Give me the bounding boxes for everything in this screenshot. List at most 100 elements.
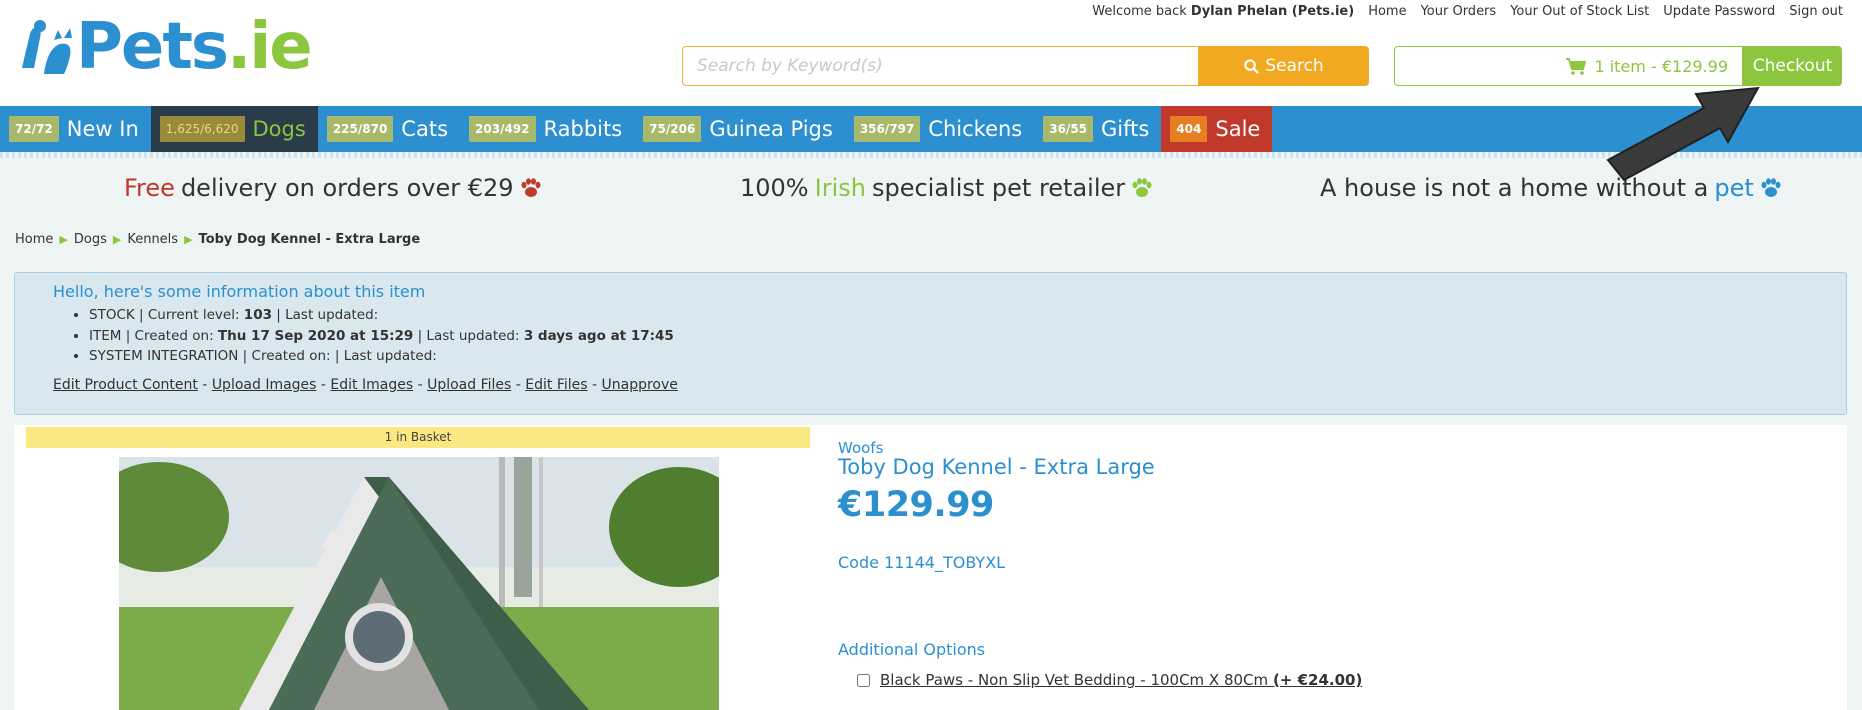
item-prefix: ITEM | Created on: xyxy=(89,327,214,344)
usp-irish-retailer: 100% Irish specialist pet retailer xyxy=(740,174,1153,202)
category-dogs[interactable]: 1,625/6,620 Dogs xyxy=(150,106,318,152)
annotation-arrow-icon xyxy=(1606,86,1760,182)
option-label: Black Paws - Non Slip Vet Bedding - 100C… xyxy=(880,671,1362,689)
breadcrumb: Home ▶ Dogs ▶ Kennels ▶ Toby Dog Kennel … xyxy=(15,232,420,247)
search-button[interactable]: Search xyxy=(1199,46,1369,86)
info-list: STOCK | Current level: 103 | Last update… xyxy=(89,305,674,367)
breadcrumb-kennels[interactable]: Kennels xyxy=(127,232,178,247)
category-count-badge: 203/492 xyxy=(469,116,536,142)
category-count-badge: 356/797 xyxy=(853,116,921,142)
usp-irish-highlight: Irish xyxy=(814,174,866,202)
stock-suffix: | Last updated: xyxy=(276,307,379,323)
paw-icon xyxy=(1761,178,1781,197)
chevron-right-icon: ▶ xyxy=(59,233,68,246)
breadcrumb-dogs[interactable]: Dogs xyxy=(74,232,107,247)
product-price: €129.99 xyxy=(838,485,994,525)
admin-links: Edit Product Content - Upload Images - E… xyxy=(53,377,678,393)
sign-out-link[interactable]: Sign out xyxy=(1782,4,1850,19)
edit-files-link[interactable]: Edit Files xyxy=(525,377,587,393)
nav-divider xyxy=(0,152,1862,158)
welcome-prefix: Welcome back xyxy=(1092,4,1187,19)
category-count-badge: 1,625/6,620 xyxy=(159,116,245,142)
category-label: Guinea Pigs xyxy=(709,117,833,141)
category-label: Gifts xyxy=(1101,117,1150,141)
option-label-text: Black Paws - Non Slip Vet Bedding - 100C… xyxy=(880,671,1269,689)
info-item-line: ITEM | Created on: Thu 17 Sep 2020 at 15… xyxy=(89,326,674,347)
usp-free-highlight: Free xyxy=(124,174,175,202)
category-rabbits[interactable]: 203/492 Rabbits xyxy=(460,106,634,152)
home-link[interactable]: Home xyxy=(1361,4,1413,19)
usp-free-delivery: Free delivery on orders over €29 xyxy=(124,174,542,202)
option-checkbox[interactable] xyxy=(857,673,870,687)
search-icon xyxy=(1244,58,1260,74)
category-label: Rabbits xyxy=(543,117,623,141)
category-nav: 72/72 New In 1,625/6,620 Dogs 225/870 Ca… xyxy=(0,106,1862,152)
category-label: New In xyxy=(66,117,139,141)
category-label: Chickens xyxy=(928,117,1023,141)
usp-irish-text: specialist pet retailer xyxy=(871,174,1126,202)
breadcrumb-current: Toby Dog Kennel - Extra Large xyxy=(198,232,421,247)
cart-summary[interactable]: 1 item - €129.99 xyxy=(1394,46,1743,86)
kennel-photo xyxy=(119,457,719,710)
category-cats[interactable]: 225/870 Cats xyxy=(318,106,460,152)
upload-images-link[interactable]: Upload Images xyxy=(212,377,317,393)
product-title: Toby Dog Kennel - Extra Large xyxy=(838,455,1155,479)
category-count-badge: 75/206 xyxy=(643,116,702,142)
cart-bar: 1 item - €129.99 Checkout xyxy=(1394,46,1842,86)
search-input[interactable] xyxy=(682,46,1199,86)
item-updated: 3 days ago at 17:45 xyxy=(523,327,674,344)
search-button-label: Search xyxy=(1265,56,1324,76)
info-heading: Hello, here's some information about thi… xyxy=(53,282,426,301)
edit-images-link[interactable]: Edit Images xyxy=(330,377,413,393)
category-guinea-pigs[interactable]: 75/206 Guinea Pigs xyxy=(634,106,845,152)
edit-product-content-link[interactable]: Edit Product Content xyxy=(53,377,198,393)
option-price: (+ €24.00) xyxy=(1272,671,1363,689)
logo-text-tld: .ie xyxy=(227,10,313,84)
pets-silhouette-icon xyxy=(22,20,72,74)
site-header: Pets .ie Welcome back Dylan Phelan (Pets.… xyxy=(0,0,1862,106)
search-bar: Search xyxy=(682,46,1369,86)
account-nav: Welcome back Dylan Phelan (Pets.ie) Home… xyxy=(1085,4,1850,19)
cart-icon xyxy=(1566,57,1587,75)
category-label: Sale xyxy=(1215,117,1261,141)
category-label: Cats xyxy=(401,117,449,141)
out-of-stock-link[interactable]: Your Out of Stock List xyxy=(1503,4,1656,19)
unapprove-link[interactable]: Unapprove xyxy=(602,377,678,393)
info-stock-line: STOCK | Current level: 103 | Last update… xyxy=(89,305,674,326)
category-count-badge: 225/870 xyxy=(326,116,394,142)
basket-banner: 1 in Basket xyxy=(26,427,810,448)
category-count-badge: 404 xyxy=(1170,116,1208,142)
admin-info-panel: Hello, here's some information about thi… xyxy=(14,272,1847,415)
orders-link[interactable]: Your Orders xyxy=(1414,4,1504,19)
category-new-in[interactable]: 72/72 New In xyxy=(0,106,151,152)
category-label: Dogs xyxy=(252,117,306,141)
site-logo[interactable]: Pets .ie xyxy=(18,10,313,84)
update-password-link[interactable]: Update Password xyxy=(1656,4,1782,19)
paw-icon xyxy=(1132,178,1152,197)
info-system-line: SYSTEM INTEGRATION | Created on: | Last … xyxy=(89,346,674,367)
upload-files-link[interactable]: Upload Files xyxy=(427,377,511,393)
item-created: Thu 17 Sep 2020 at 15:29 xyxy=(217,327,414,344)
chevron-right-icon: ▶ xyxy=(184,233,193,246)
breadcrumb-home[interactable]: Home xyxy=(15,232,53,247)
option-vet-bedding[interactable]: Black Paws - Non Slip Vet Bedding - 100C… xyxy=(857,671,1362,689)
category-count-badge: 72/72 xyxy=(9,116,59,142)
product-section: 1 in Basket Woofs Toby Dog Kennel - Extr… xyxy=(14,425,1847,710)
paw-icon xyxy=(521,178,541,197)
logo-text-main: Pets xyxy=(76,10,229,84)
category-sale[interactable]: 404 Sale xyxy=(1161,106,1273,152)
category-chickens[interactable]: 356/797 Chickens xyxy=(845,106,1034,152)
additional-options-heading: Additional Options xyxy=(838,640,986,659)
product-code: Code 11144_TOBYXL xyxy=(838,553,1006,572)
stock-level: 103 xyxy=(243,307,272,323)
welcome-user: Dylan Phelan (Pets.ie) xyxy=(1190,4,1355,19)
item-mid: | Last updated: xyxy=(417,327,520,344)
product-image[interactable] xyxy=(119,457,719,710)
checkout-button[interactable]: Checkout xyxy=(1743,46,1842,86)
welcome-text: Welcome back Dylan Phelan (Pets.ie) xyxy=(1085,4,1361,19)
chevron-right-icon: ▶ xyxy=(112,233,122,246)
usp-irish-prefix: 100% xyxy=(740,174,809,202)
cart-summary-text: 1 item - €129.99 xyxy=(1594,56,1728,76)
category-gifts[interactable]: 36/55 Gifts xyxy=(1034,106,1161,152)
category-count-badge: 36/55 xyxy=(1043,116,1094,142)
